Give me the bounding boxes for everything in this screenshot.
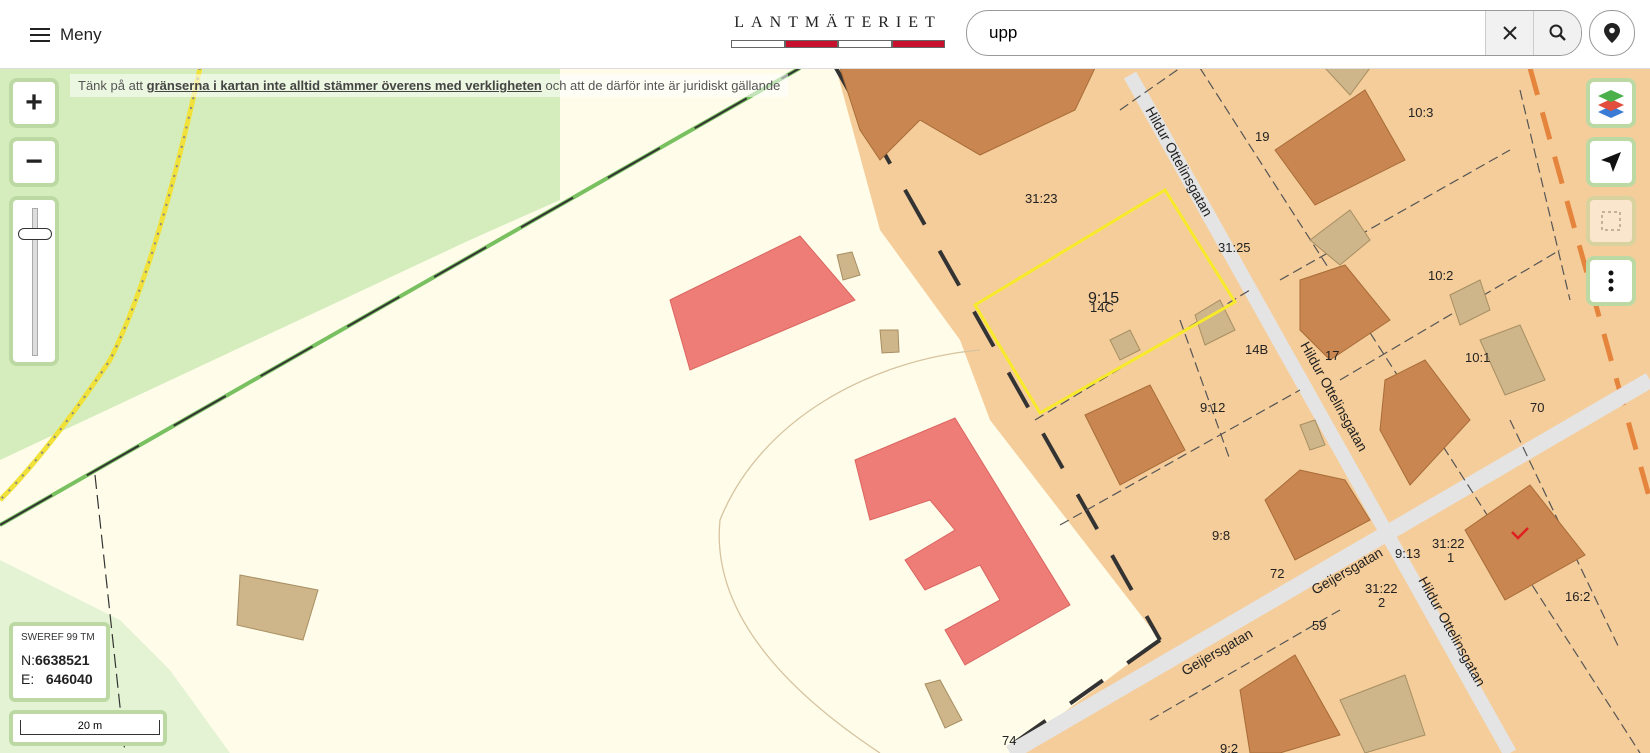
parcel-label: 59 (1312, 618, 1326, 633)
top-bar: Meny LANTMÄTERIET (0, 0, 1650, 69)
search-icon (1549, 24, 1566, 41)
close-icon (1502, 26, 1517, 40)
parcel-label: 31:22 (1365, 581, 1398, 596)
parcel-label: 14B (1245, 342, 1268, 357)
more-options-button[interactable] (1586, 256, 1636, 306)
hamburger-icon (30, 27, 50, 43)
disclaimer-notice: Tänk på att gränserna i kartan inte allt… (70, 74, 789, 97)
east-coordinate: E: 646040 (21, 671, 93, 687)
parcel-label: 31:22 (1432, 536, 1465, 551)
logo-scale-bar (731, 40, 945, 48)
navigation-button[interactable] (1586, 137, 1636, 187)
my-location-button[interactable] (1589, 10, 1635, 56)
zoom-out-button[interactable]: − (9, 137, 59, 187)
zoom-slider-thumb[interactable] (18, 228, 52, 241)
more-vertical-icon (1608, 270, 1614, 292)
parcel-label: 70 (1530, 400, 1544, 415)
layers-button[interactable] (1586, 78, 1636, 128)
parcel-label: 9:8 (1212, 528, 1230, 543)
select-area-icon (1601, 211, 1621, 231)
parcel-label: 9:13 (1395, 546, 1420, 561)
parcel-label: 9:2 (1220, 741, 1238, 753)
layers-icon (1598, 90, 1624, 118)
notice-prefix: Tänk på att (78, 78, 147, 93)
parcel-label: 17 (1325, 348, 1339, 363)
coordinate-panel: SWEREF 99 TM N:6638521 E: 646040 (9, 622, 110, 702)
parcel-label: 16:2 (1565, 589, 1590, 604)
search-input[interactable] (967, 11, 1485, 55)
parcel-label: 10:1 (1465, 350, 1490, 365)
parcel-label: 74 (1002, 733, 1016, 748)
select-area-button[interactable] (1586, 196, 1636, 246)
search-button[interactable] (1533, 11, 1581, 55)
parcel-label: 10:2 (1428, 268, 1453, 283)
parcel-label: 2 (1378, 595, 1385, 610)
parcel-label: 72 (1270, 566, 1284, 581)
notice-suffix: och att de därför inte är juridiskt gäll… (541, 78, 781, 93)
notice-link[interactable]: gränserna i kartan inte alltid stämmer ö… (147, 78, 542, 93)
parcel-label: 19 (1255, 129, 1269, 144)
logo-text: LANTMÄTERIET (734, 14, 942, 31)
search-box (966, 10, 1582, 56)
menu-button[interactable]: Meny (30, 20, 102, 50)
parcel-label: 14C (1090, 300, 1114, 315)
coordinate-system: SWEREF 99 TM (21, 632, 95, 643)
zoom-slider[interactable] (9, 196, 59, 366)
parcel-label: 31:25 (1218, 240, 1251, 255)
zoom-in-button[interactable]: + (9, 78, 59, 128)
scale-bar: 20 m (9, 710, 167, 746)
parcel-label: 31:23 (1025, 191, 1058, 206)
parcel-label: 10:3 (1408, 105, 1433, 120)
scale-label: 20 m (20, 720, 160, 735)
map-canvas[interactable]: 31:23 9:15 14C 31:25 14B 9:12 9:8 72 19 … (0, 68, 1650, 753)
menu-label: Meny (60, 25, 102, 44)
navigation-arrow-icon (1601, 152, 1621, 172)
location-pin-icon (1604, 23, 1620, 43)
parcel-label: 1 (1447, 550, 1454, 565)
clear-search-button[interactable] (1485, 11, 1533, 55)
north-coordinate: N:6638521 (21, 652, 90, 668)
parcel-label: 9:12 (1200, 400, 1225, 415)
lantmateriet-logo[interactable]: LANTMÄTERIET (731, 14, 945, 50)
